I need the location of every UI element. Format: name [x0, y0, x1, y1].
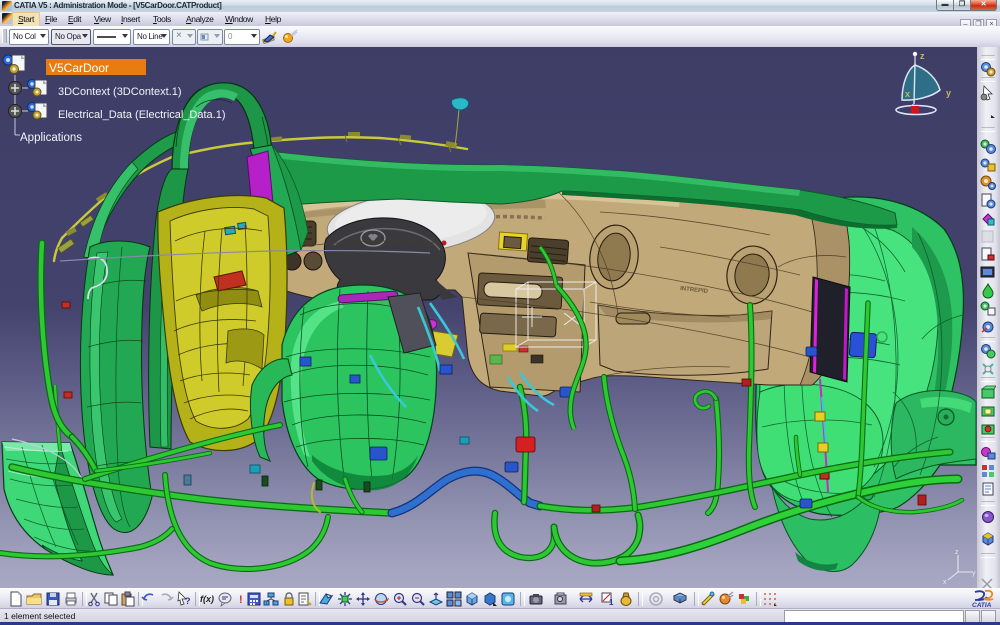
svg-text:z: z: [920, 51, 925, 61]
svg-text:y: y: [972, 570, 976, 577]
svg-text:?: ?: [185, 596, 191, 606]
svg-text:V5CarDoor: V5CarDoor: [49, 61, 109, 75]
svg-text:1: 1: [609, 598, 614, 607]
svg-text:Applications: Applications: [20, 132, 82, 144]
svg-text:!: !: [239, 594, 243, 606]
svg-text:Electrical_Data (Electrical_Da: Electrical_Data (Electrical_Data.1): [58, 109, 226, 121]
svg-text:x: x: [905, 89, 910, 99]
svg-text:3DContext (3DContext.1): 3DContext (3DContext.1): [58, 86, 182, 98]
svg-text:f(x): f(x): [200, 594, 214, 604]
svg-text:y: y: [946, 88, 951, 98]
svg-text:x: x: [943, 579, 947, 586]
svg-text:z: z: [955, 549, 959, 556]
